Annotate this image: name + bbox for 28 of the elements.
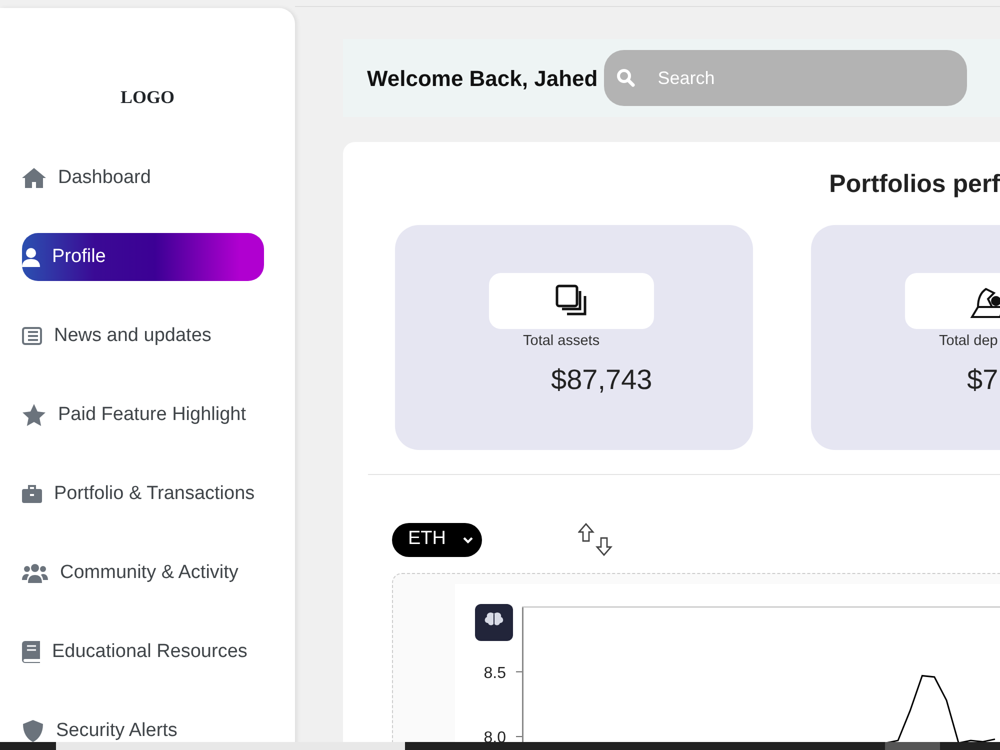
stat-label: Total dep xyxy=(939,332,999,351)
sidebar-item[interactable]: Security Alerts xyxy=(22,707,264,750)
coin-select[interactable]: ETH xyxy=(392,522,482,556)
sidebar-item[interactable]: Profile xyxy=(22,233,264,281)
panel-title: Portfolios perf xyxy=(828,169,1000,200)
briefcase-icon xyxy=(22,485,42,503)
sidebar-item[interactable]: News and updates xyxy=(22,312,264,360)
stat-value: $87,743 xyxy=(551,362,654,397)
sidebar-item[interactable]: Paid Feature Highlight xyxy=(22,391,264,439)
star-icon xyxy=(22,404,46,426)
book-icon xyxy=(22,641,40,663)
user-icon xyxy=(22,247,40,267)
welcome-heading: Welcome Back, Jahed xyxy=(367,64,598,92)
swap-icon[interactable] xyxy=(578,522,614,558)
y-tick-label: 8.5 xyxy=(484,664,506,682)
newspaper-icon xyxy=(22,327,42,345)
shield-icon xyxy=(22,720,44,742)
search-field[interactable]: Search xyxy=(604,50,967,106)
stat-label: Total assets xyxy=(523,332,601,351)
home-icon xyxy=(22,167,46,189)
logo: LOGO xyxy=(119,86,176,109)
sidebar-item[interactable]: Community & Activity xyxy=(22,549,264,597)
brain-badge[interactable] xyxy=(475,604,513,641)
sidebar-item[interactable]: Educational Resources xyxy=(22,628,264,676)
sidebar-item[interactable]: Dashboard xyxy=(22,154,264,202)
sidebar-item[interactable]: Portfolio & Transactions xyxy=(22,470,264,518)
stat-value: $7 xyxy=(967,362,1000,397)
people-icon xyxy=(22,563,48,583)
